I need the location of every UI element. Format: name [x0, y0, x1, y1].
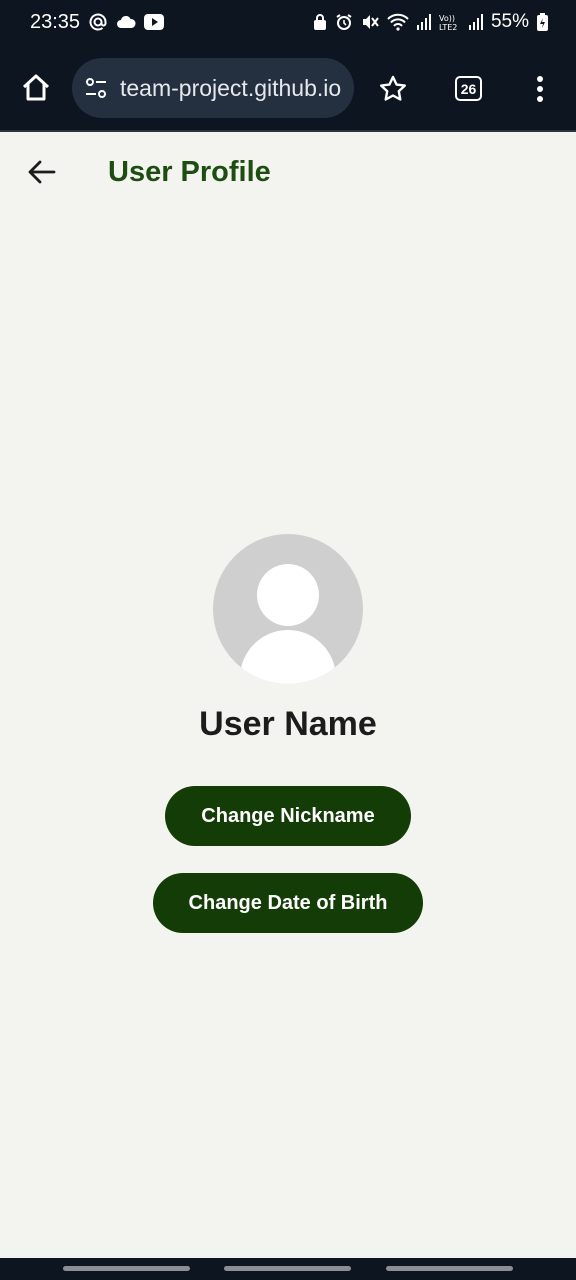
avatar — [213, 534, 363, 684]
address-bar[interactable]: team-project.github.io — [72, 58, 354, 118]
arrow-back-icon — [28, 160, 56, 184]
browser-toolbar: team-project.github.io 26 — [0, 44, 576, 132]
mute-icon — [361, 13, 379, 31]
wifi-icon — [387, 13, 409, 31]
signal-icon — [416, 14, 431, 30]
tab-switcher-button[interactable]: 26 — [455, 76, 482, 101]
battery-icon — [537, 13, 548, 31]
status-left: 23:35 — [30, 10, 165, 34]
nav-recents-handle[interactable] — [63, 1266, 190, 1271]
url-text[interactable]: team-project.github.io — [120, 74, 346, 102]
avatar-body-shape — [240, 630, 336, 684]
bookmark-button[interactable] — [378, 74, 408, 104]
status-time: 23:35 — [30, 10, 81, 33]
nav-back-handle[interactable] — [386, 1266, 513, 1271]
browser-menu-button[interactable] — [530, 74, 550, 104]
change-nickname-button[interactable]: Change Nickname — [165, 786, 411, 846]
alarm-icon — [335, 13, 353, 31]
nav-home-handle[interactable] — [224, 1266, 351, 1271]
status-bar: 23:35 Vo)) LTE2 55% — [0, 0, 576, 44]
home-icon — [22, 74, 50, 101]
tab-count: 26 — [460, 80, 477, 97]
app-header: User Profile — [0, 134, 576, 210]
user-name: User Name — [199, 705, 377, 743]
at-sign-icon — [88, 12, 108, 32]
signal-icon — [468, 14, 483, 30]
youtube-icon — [144, 14, 165, 30]
change-date-of-birth-button[interactable]: Change Date of Birth — [153, 873, 423, 933]
system-nav-bar — [0, 1258, 576, 1280]
lock-icon — [313, 13, 327, 31]
home-button[interactable] — [20, 72, 52, 104]
status-right: Vo)) LTE2 55% — [313, 11, 548, 33]
avatar-head-shape — [257, 564, 319, 626]
volte-icon: Vo)) LTE2 — [439, 13, 461, 31]
site-settings-icon[interactable] — [84, 76, 108, 100]
star-icon — [380, 75, 406, 101]
battery-percent: 55% — [490, 11, 529, 32]
more-vert-icon — [537, 76, 543, 102]
back-button[interactable] — [26, 158, 58, 186]
svg-text:Vo)): Vo)) — [439, 14, 455, 23]
svg-text:LTE2: LTE2 — [439, 23, 457, 31]
page-title: User Profile — [108, 156, 271, 188]
cloud-icon — [116, 15, 136, 29]
